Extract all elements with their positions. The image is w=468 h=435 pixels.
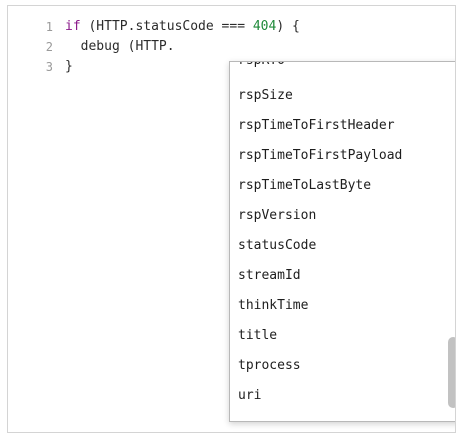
code-line-1[interactable]: if (HTTP.statusCode === 404) { (65, 16, 300, 38)
scrollbar-thumb[interactable] (448, 337, 455, 408)
suggestion-item[interactable]: thinkTime (230, 291, 444, 321)
suggestion-item[interactable]: rspVersion (230, 201, 444, 231)
code-token: (HTTP.statusCode === (80, 19, 253, 34)
suggestion-item[interactable]: streamId (230, 261, 444, 291)
keyword-token: if (65, 19, 81, 34)
suggestion-item[interactable]: rspTimeToFirstPayload (230, 141, 444, 171)
code-token: debug (HTTP. (65, 39, 175, 54)
line-number: 2 (45, 40, 53, 54)
line-number-gutter: 1 2 3 (8, 6, 54, 432)
code-line-2[interactable]: debug (HTTP. (65, 36, 175, 58)
number-token: 404 (252, 19, 277, 34)
code-editor[interactable]: 1 2 3 if (HTTP.statusCode === 404) { deb… (7, 5, 456, 433)
suggestion-item[interactable]: rspRTO (230, 62, 444, 76)
suggestion-item[interactable]: rspTimeToFirstHeader (230, 111, 444, 141)
suggestion-item[interactable]: statusCode (230, 231, 444, 261)
suggestion-item[interactable]: title (230, 321, 444, 351)
suggestion-item[interactable]: tprocess (230, 351, 444, 381)
suggestion-item[interactable]: rspSize (230, 81, 444, 111)
suggestion-item[interactable]: rspTimeToLastByte (230, 171, 444, 201)
line-number: 3 (45, 60, 53, 74)
suggestion-item[interactable]: uri (230, 381, 444, 411)
code-token: } (65, 59, 73, 74)
line-number: 1 (45, 20, 53, 34)
popup-scrollbar[interactable] (444, 62, 455, 421)
code-line-3[interactable]: } (65, 56, 73, 78)
autocomplete-popup[interactable]: rspRTO rspSize rspTimeToFirstHeader rspT… (229, 61, 455, 422)
code-token: ) { (276, 19, 300, 34)
